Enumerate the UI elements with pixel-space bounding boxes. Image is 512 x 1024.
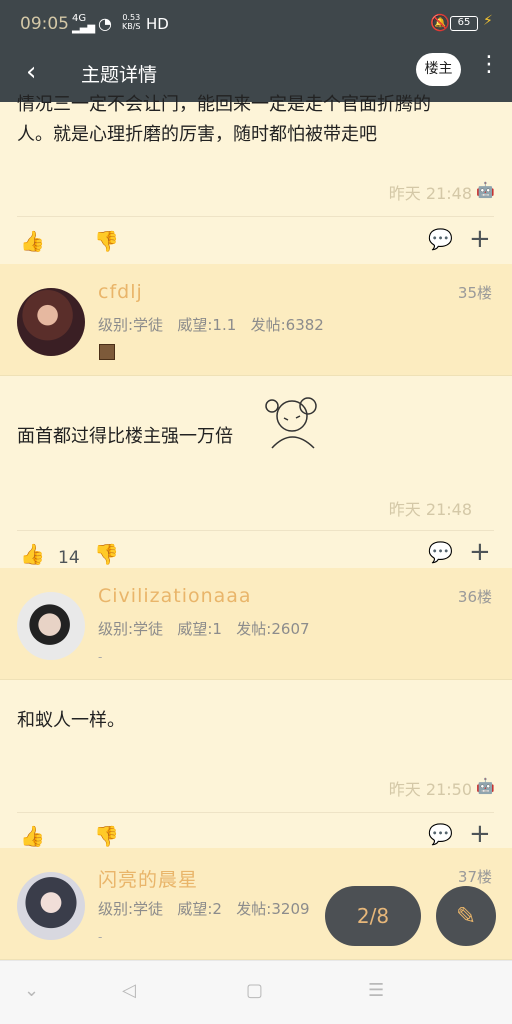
divider (17, 812, 494, 813)
username[interactable]: cfdlj (98, 281, 143, 303)
user-level: 级别:学徒 (98, 900, 164, 918)
wifi-icon: ◔ (98, 14, 112, 33)
status-bar: 09:05 4G ▂▄▆ ◔ 0.53 KB/S HD 🔕 65 ⚡ (0, 0, 512, 48)
edit-icon[interactable]: ✎ (436, 886, 496, 946)
user-post-count: 发帖:3209 (236, 900, 310, 918)
avatar[interactable] (17, 872, 85, 940)
user-prestige: 威望:2 (177, 900, 222, 918)
thumbs-down-icon[interactable]: 👎 (94, 824, 119, 848)
floor-number: 36楼 (457, 588, 492, 606)
avatar[interactable] (17, 592, 85, 660)
post-content: 人。就是心理折磨的厉害，随时都怕被带走吧 (17, 124, 377, 145)
post-content-cut: 情况三一定不会让门，能回来一定是走个官面折腾的 (17, 94, 431, 115)
chevron-down-icon[interactable]: ⌄ (24, 980, 39, 1001)
avatar[interactable] (17, 288, 85, 356)
nav-menu-icon[interactable]: ☰ (368, 980, 384, 1001)
sticker-image (265, 397, 317, 449)
post-34: 情况三一定不会让门，能回来一定是走个官面折腾的 人。就是心理折磨的厉害，随时都怕… (0, 94, 512, 264)
system-nav-bar: ⌄ ◁ ▢ ☰ (0, 960, 512, 1024)
user-signature: - (98, 650, 103, 664)
comment-icon[interactable]: 💬 (428, 540, 453, 564)
more-menu-icon[interactable]: ⋮ (478, 54, 500, 76)
floor-number: 37楼 (457, 868, 492, 886)
floor-number: 35楼 (457, 284, 492, 302)
comment-icon[interactable]: 💬 (428, 822, 453, 846)
page-indicator-button[interactable]: 2/8 (325, 886, 421, 946)
comment-icon[interactable]: 💬 (428, 227, 453, 251)
thumbs-down-icon[interactable]: 👎 (94, 542, 119, 566)
user-post-count: 发帖:6382 (250, 316, 324, 334)
divider (17, 216, 494, 217)
signal-icon: 4G ▂▄▆ (72, 13, 96, 34)
charging-icon: ⚡ (483, 13, 493, 29)
owner-only-button[interactable]: 楼主 (416, 53, 461, 86)
plus-icon[interactable]: + (469, 224, 491, 254)
post-content: 和蚁人一样。 (17, 710, 125, 731)
mute-bell-icon: 🔕 (430, 13, 450, 32)
thumbs-up-icon[interactable]: 👍 (20, 229, 45, 253)
back-icon[interactable]: ‹ (26, 57, 36, 87)
thumbs-up-icon[interactable]: 👍 (20, 824, 45, 848)
user-level: 级别:学徒 (98, 620, 164, 638)
post-35: cfdlj 35楼 级别:学徒 威望:1.1 发帖:6382 面首都过得比楼主强… (0, 264, 512, 568)
post-content: 面首都过得比楼主强一万倍 (17, 426, 233, 447)
user-prestige: 威望:1 (177, 620, 222, 638)
username[interactable]: Civilizationaaa (98, 585, 252, 607)
username[interactable]: 闪亮的晨星 (98, 865, 198, 892)
user-prestige: 威望:1.1 (177, 316, 237, 334)
thumbs-down-icon[interactable]: 👎 (94, 229, 119, 253)
user-badge-icon (99, 344, 115, 360)
post-time: 昨天 21:50 (388, 780, 472, 799)
plus-icon[interactable]: + (469, 819, 491, 849)
battery-icon: 65 (450, 16, 478, 31)
user-signature: - (98, 930, 103, 944)
user-post-count: 发帖:2607 (236, 620, 310, 638)
page-title: 主题详情 (81, 64, 158, 86)
user-level: 级别:学徒 (98, 316, 164, 334)
network-speed: 0.53 KB/S (122, 13, 141, 31)
divider (17, 530, 494, 531)
post-36: Civilizationaaa 36楼 级别:学徒 威望:1 发帖:2607 -… (0, 568, 512, 849)
thumbs-up-icon[interactable]: 👍 (20, 542, 45, 566)
post-37: 闪亮的晨星 37楼 级别:学徒 威望:2 发帖:3209 - (0, 848, 512, 960)
post-time: 昨天 21:48 (388, 500, 472, 519)
user-meta: 级别:学徒 威望:1.1 发帖:6382 (98, 314, 324, 335)
user-meta: 级别:学徒 威望:1 发帖:2607 (98, 618, 310, 639)
user-meta: 级别:学徒 威望:2 发帖:3209 (98, 898, 310, 919)
like-count: 14 (58, 548, 80, 568)
hd-indicator: HD (146, 15, 169, 33)
post-time: 昨天 21:48 (388, 184, 472, 203)
android-icon: 🤖 (476, 777, 495, 795)
android-icon: 🤖 (476, 181, 495, 199)
plus-icon[interactable]: + (469, 537, 491, 567)
nav-home-icon[interactable]: ▢ (246, 980, 263, 1001)
nav-back-icon[interactable]: ◁ (122, 980, 136, 1001)
